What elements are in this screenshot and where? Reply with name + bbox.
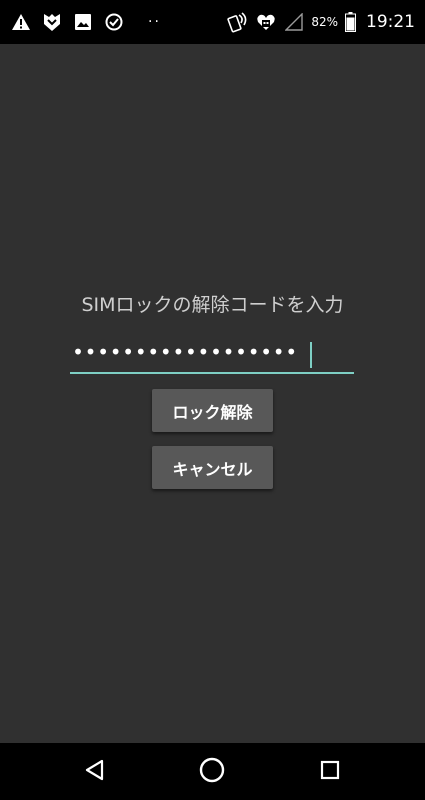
heart-robot-icon <box>255 11 277 33</box>
system-icons: 82% 19:21 <box>227 0 415 44</box>
notification-icons: ·· <box>10 0 161 44</box>
unlock-code-value: •••••••••••••••••• <box>72 340 298 364</box>
warning-icon <box>10 11 32 33</box>
home-icon <box>199 757 225 787</box>
home-button[interactable] <box>182 743 242 800</box>
shield-badge-icon <box>41 11 63 33</box>
cancel-button[interactable]: キャンセル <box>152 446 273 489</box>
recent-apps-icon <box>320 760 340 784</box>
text-cursor <box>310 342 312 368</box>
sim-unlock-screen: ·· 82% 19:21 SIMロックの解除コードを入力 •••••••••••… <box>0 0 425 800</box>
unlock-code-input[interactable]: •••••••••••••••••• <box>70 338 354 374</box>
nfc-icon <box>227 11 249 33</box>
check-circle-icon <box>103 11 125 33</box>
more-notifications-dots: ·· <box>148 14 161 30</box>
unlock-button[interactable]: ロック解除 <box>152 389 273 432</box>
status-bar: ·· 82% 19:21 <box>0 0 425 44</box>
signal-icon <box>283 11 305 33</box>
battery-percent: 82% <box>311 15 338 29</box>
recent-apps-button[interactable] <box>300 743 360 800</box>
back-icon <box>84 759 106 785</box>
battery-icon <box>344 11 356 33</box>
unlock-code-prompt: SIMロックの解除コードを入力 <box>81 294 344 316</box>
image-icon <box>72 11 94 33</box>
navigation-bar <box>0 743 425 800</box>
clock: 19:21 <box>366 12 415 32</box>
back-button[interactable] <box>65 743 125 800</box>
